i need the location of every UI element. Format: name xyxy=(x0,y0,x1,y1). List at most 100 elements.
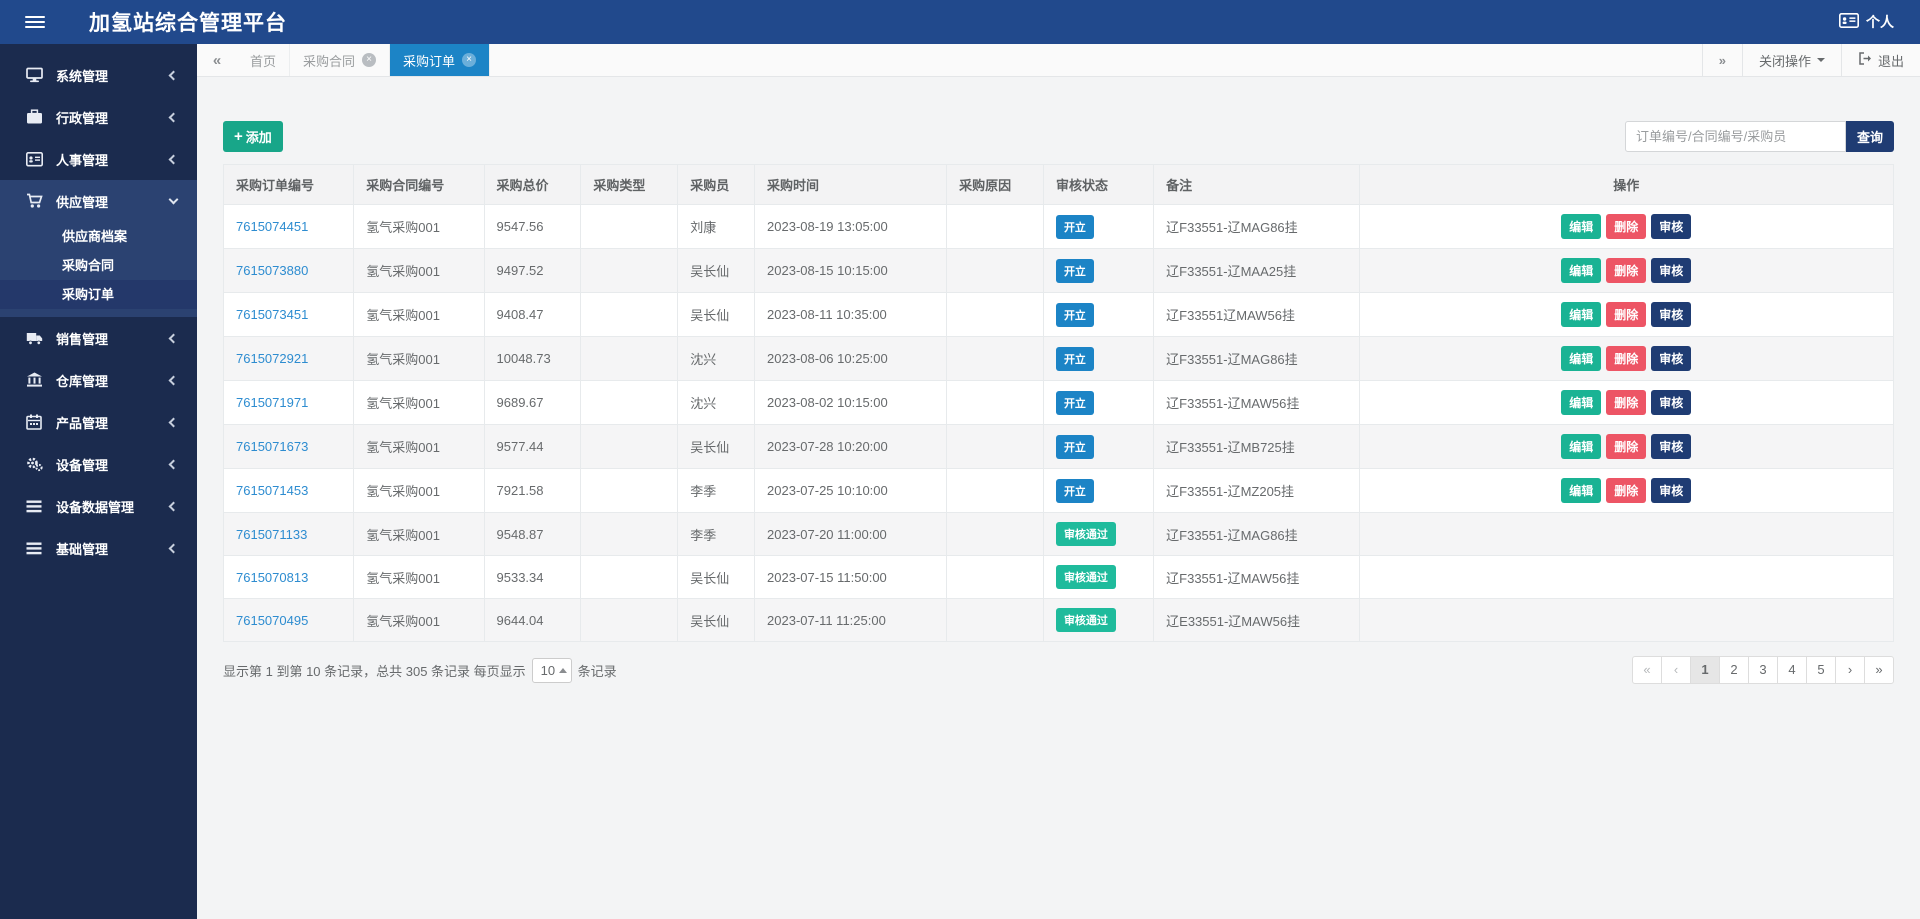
cell-remark: 辽E33551-辽MAW56挂 xyxy=(1153,598,1360,642)
sidebar-item-8[interactable]: 设备数据管理 xyxy=(0,485,197,527)
cell-purchase-time: 2023-07-11 11:25:00 xyxy=(754,598,948,642)
cell-purchase-type xyxy=(580,424,679,469)
edit-button[interactable]: 编辑 xyxy=(1561,478,1602,503)
page-button-»[interactable]: » xyxy=(1864,656,1894,684)
truck-icon xyxy=(26,330,43,347)
cell-purchase-type xyxy=(580,204,679,249)
page-button-«[interactable]: « xyxy=(1632,656,1662,684)
cell-buyer: 吴长仙 xyxy=(677,555,756,599)
page-button-1[interactable]: 1 xyxy=(1690,656,1720,684)
sidebar-item-0[interactable]: 系统管理 xyxy=(0,54,197,96)
sidebar-item-7[interactable]: 设备管理 xyxy=(0,443,197,485)
logout-button[interactable]: 退出 xyxy=(1840,44,1920,76)
tab-close-icon[interactable]: × xyxy=(362,53,377,67)
audit-button[interactable]: 审核 xyxy=(1651,346,1692,371)
tab-采购订单[interactable]: 采购订单 × xyxy=(390,44,491,76)
page-button-3[interactable]: 3 xyxy=(1748,656,1778,684)
audit-button[interactable]: 审核 xyxy=(1651,214,1692,239)
sidebar-item-4[interactable]: 销售管理 xyxy=(0,317,197,359)
sign-out-icon xyxy=(1858,52,1872,68)
page-button-5[interactable]: 5 xyxy=(1806,656,1836,684)
order-number-link[interactable]: 7615070813 xyxy=(222,555,355,599)
order-number-link[interactable]: 7615071673 xyxy=(222,424,355,469)
tab-首页[interactable]: 首页 xyxy=(237,44,291,76)
audit-button[interactable]: 审核 xyxy=(1651,434,1692,459)
order-number-link[interactable]: 7615073880 xyxy=(222,248,355,293)
audit-button[interactable]: 审核 xyxy=(1651,258,1692,283)
sidebar-item-9[interactable]: 基础管理 xyxy=(0,527,197,569)
sidebar-subitem[interactable]: 采购合同 xyxy=(0,251,197,280)
column-header: 操作 xyxy=(1358,164,1895,205)
edit-button[interactable]: 编辑 xyxy=(1561,434,1602,459)
tab-close-icon[interactable]: × xyxy=(462,53,477,67)
search-input[interactable] xyxy=(1624,121,1846,152)
sidebar-item-5[interactable]: 仓库管理 xyxy=(0,359,197,401)
delete-button[interactable]: 删除 xyxy=(1606,302,1647,327)
cell-buyer: 李季 xyxy=(677,468,756,513)
table-row: 7615071453 氢气采购001 7921.58 李季 2023-07-25 10:… xyxy=(222,468,1895,513)
monitor-icon xyxy=(26,67,43,84)
audit-button[interactable]: 审核 xyxy=(1651,478,1692,503)
delete-button[interactable]: 删除 xyxy=(1606,346,1647,371)
edit-button[interactable]: 编辑 xyxy=(1561,346,1602,371)
edit-button[interactable]: 编辑 xyxy=(1561,214,1602,239)
tabs-scroll-right-button[interactable]: » xyxy=(1701,44,1742,76)
cell-buyer: 吴长仙 xyxy=(677,248,756,293)
cell-remark: 辽F33551辽MAW56挂 xyxy=(1153,292,1360,337)
table-row: 7615073451 氢气采购001 9408.47 吴长仙 2023-08-11 10… xyxy=(222,292,1895,337)
cell-actions xyxy=(1358,598,1895,642)
order-number-link[interactable]: 7615070495 xyxy=(222,598,355,642)
delete-button[interactable]: 删除 xyxy=(1606,258,1647,283)
page-button-‹[interactable]: ‹ xyxy=(1661,656,1691,684)
cell-reason xyxy=(946,248,1044,293)
page-button-2[interactable]: 2 xyxy=(1719,656,1749,684)
add-button[interactable]: + 添加 xyxy=(223,121,283,152)
sidebar-item-1[interactable]: 行政管理 xyxy=(0,96,197,138)
search-button[interactable]: 查询 xyxy=(1845,121,1894,152)
status-badge: 审核通过 xyxy=(1055,522,1116,546)
order-number-link[interactable]: 7615072921 xyxy=(222,336,355,381)
sidebar-item-3[interactable]: 供应管理 xyxy=(0,180,197,222)
order-number-link[interactable]: 7615073451 xyxy=(222,292,355,337)
sidebar-subitem[interactable]: 供应商档案 xyxy=(0,222,197,251)
delete-button[interactable]: 删除 xyxy=(1606,390,1647,415)
menu-toggle-icon[interactable] xyxy=(25,13,45,31)
tab-采购合同[interactable]: 采购合同 × xyxy=(290,44,391,76)
edit-button[interactable]: 编辑 xyxy=(1561,302,1602,327)
table-row: 7615071971 氢气采购001 9689.67 沈兴 2023-08-02 10:… xyxy=(222,380,1895,425)
column-header: 审核状态 xyxy=(1042,164,1155,205)
cell-purchase-time: 2023-08-11 10:35:00 xyxy=(754,292,948,337)
cell-buyer: 沈兴 xyxy=(677,380,756,425)
close-operations-dropdown[interactable]: 关闭操作 xyxy=(1741,44,1841,76)
sidebar-item-label: 销售管理 xyxy=(56,331,109,347)
tabs-scroll-left-button[interactable]: « xyxy=(197,44,237,76)
page-size-select[interactable]: 10 xyxy=(531,657,572,683)
audit-button[interactable]: 审核 xyxy=(1651,390,1692,415)
cell-actions: 编辑 删除 审核 xyxy=(1358,292,1895,337)
delete-button[interactable]: 删除 xyxy=(1606,434,1647,459)
cell-actions: 编辑 删除 审核 xyxy=(1358,248,1895,293)
edit-button[interactable]: 编辑 xyxy=(1561,258,1602,283)
cell-audit-status: 开立 xyxy=(1042,380,1155,425)
audit-button[interactable]: 审核 xyxy=(1651,302,1692,327)
order-number-link[interactable]: 7615074451 xyxy=(222,204,355,249)
page-button-4[interactable]: 4 xyxy=(1777,656,1807,684)
order-number-link[interactable]: 7615071971 xyxy=(222,380,355,425)
sidebar-subitem[interactable]: 采购订单 xyxy=(0,280,197,309)
top-header: 加氢站综合管理平台 个人 xyxy=(0,0,1920,44)
column-header: 采购员 xyxy=(677,164,756,205)
cell-audit-status: 开立 xyxy=(1042,424,1155,469)
delete-button[interactable]: 删除 xyxy=(1606,478,1647,503)
cell-total-price: 9533.34 xyxy=(483,555,582,599)
cell-remark: 辽F33551-辽MAW56挂 xyxy=(1153,380,1360,425)
page-button-›[interactable]: › xyxy=(1835,656,1865,684)
order-number-link[interactable]: 7615071453 xyxy=(222,468,355,513)
user-menu[interactable]: 个人 xyxy=(1839,12,1894,32)
sidebar-item-6[interactable]: 产品管理 xyxy=(0,401,197,443)
cell-actions: 编辑 删除 审核 xyxy=(1358,204,1895,249)
sidebar-item-2[interactable]: 人事管理 xyxy=(0,138,197,180)
order-number-link[interactable]: 7615071133 xyxy=(222,512,355,556)
chevron-down-icon xyxy=(1816,58,1825,62)
delete-button[interactable]: 删除 xyxy=(1606,214,1647,239)
edit-button[interactable]: 编辑 xyxy=(1561,390,1602,415)
